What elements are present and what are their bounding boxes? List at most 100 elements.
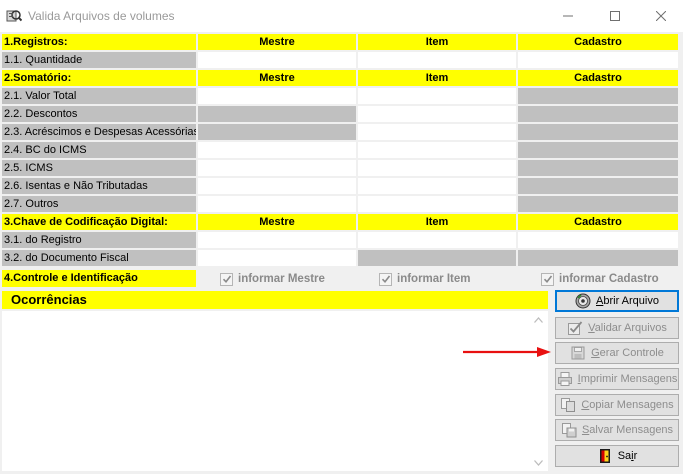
row-label-outros: 2.7. Outros [2,196,196,212]
save-icon [561,422,577,438]
app-icon[interactable] [6,8,23,24]
value-do-registro-item [358,232,516,248]
client-area: 1.Registros: Mestre Item Cadastro 1.1. Q… [0,32,683,474]
value-bc-icms-item [358,142,516,158]
checkbox-cadastro-box[interactable] [541,272,554,286]
abrir-arquivo-label: Abrir Arquivo [596,295,659,307]
section-registros-title: 1.Registros: [2,34,196,50]
checkmark-icon [222,275,231,284]
value-acrescimos-cadastro [518,124,678,140]
value-valor-total-item [358,88,516,104]
checkbox-item-box[interactable] [379,272,392,286]
checkbox-informar-item[interactable]: informar Item [379,272,471,286]
floppy-icon [570,345,586,361]
col-header-cadastro: Cadastro [518,214,678,230]
copiar-mensagens-button[interactable]: Copiar Mensagens [555,394,679,416]
value-icms-cadastro [518,160,678,176]
printer-icon [557,371,573,387]
value-do-registro-cadastro [518,232,678,248]
checkbox-mestre-label: informar Mestre [238,273,325,285]
row-label-isentas: 2.6. Isentas e Não Tributadas [2,178,196,194]
maximize-button[interactable] [592,0,638,31]
row-label-bc-icms: 2.4. BC do ICMS [2,142,196,158]
col-header-mestre: Mestre [198,34,356,50]
value-isentas-item [358,178,516,194]
scroll-up-button[interactable] [530,311,547,328]
section-chave-title: 3.Chave de Codificação Digital: [2,214,196,230]
sair-label: Sair [617,450,638,462]
close-icon [656,10,666,21]
window-title: Valida Arquivos de volumes [28,9,175,23]
row-label-quantidade: 1.1. Quantidade [2,52,196,68]
exit-door-icon [597,448,613,464]
value-do-documento-mestre [198,250,356,266]
row-label-descontos: 2.2. Descontos [2,106,196,122]
value-bc-icms-mestre [198,142,356,158]
salvar-mensagens-label: Salvar Mensagens [581,424,674,436]
section-controle-title: 4.Controle e Identificação [2,270,196,287]
checkbox-informar-mestre[interactable]: informar Mestre [220,272,325,286]
value-isentas-mestre [198,178,356,194]
gerar-controle-button[interactable]: Gerar Controle [555,342,679,364]
row-label-valor-total: 2.1. Valor Total [2,88,196,104]
ocorrencias-text-area[interactable] [2,311,548,471]
title-bar: Valida Arquivos de volumes [0,0,683,32]
value-valor-total-cadastro [518,88,678,104]
value-quantidade-item [358,52,516,68]
copy-icon [560,397,576,413]
sair-button[interactable]: Sair [555,445,679,467]
value-acrescimos-item [358,124,516,140]
col-header-item: Item [358,70,516,86]
value-do-documento-cadastro [518,250,678,266]
imprimir-mensagens-label: Imprimir Mensagens [577,373,678,385]
abrir-arquivo-button[interactable]: Abrir Arquivo [555,290,679,312]
row-label-do-documento-fiscal: 3.2. do Documento Fiscal [2,250,196,266]
col-header-cadastro: Cadastro [518,70,678,86]
value-icms-mestre [198,160,356,176]
value-valor-total-mestre [198,88,356,104]
checkbox-informar-cadastro[interactable]: informar Cadastro [541,272,659,286]
col-header-mestre: Mestre [198,214,356,230]
value-bc-icms-cadastro [518,142,678,158]
value-quantidade-mestre [198,52,356,68]
validar-arquivos-label: Validar Arquivos [588,322,667,334]
red-arrow-annotation-icon [463,347,551,357]
value-do-documento-item [358,250,516,266]
minimize-icon [563,15,573,16]
scroll-down-button[interactable] [530,454,547,471]
value-outros-item [358,196,516,212]
checkbox-item-label: informar Item [397,273,471,285]
value-isentas-cadastro [518,178,678,194]
col-header-cadastro: Cadastro [518,34,678,50]
checkbox-mestre-box[interactable] [220,272,233,286]
value-quantidade-cadastro [518,52,678,68]
value-acrescimos-mestre [198,124,356,140]
value-outros-cadastro [518,196,678,212]
col-header-mestre: Mestre [198,70,356,86]
value-outros-mestre [198,196,356,212]
close-button[interactable] [638,0,683,31]
maximize-icon [610,10,620,21]
chevron-up-icon [534,316,543,323]
checkbox-icon [567,320,583,336]
value-icms-item [358,160,516,176]
imprimir-mensagens-button[interactable]: Imprimir Mensagens [555,368,679,390]
validar-arquivos-button[interactable]: Validar Arquivos [555,317,679,339]
minimize-button[interactable] [545,0,591,31]
row-label-do-registro: 3.1. do Registro [2,232,196,248]
value-descontos-cadastro [518,106,678,122]
value-descontos-item [358,106,516,122]
section-somatorio-title: 2.Somatório: [2,70,196,86]
checkmark-icon [543,275,552,284]
checkbox-cadastro-label: informar Cadastro [559,273,659,285]
col-header-item: Item [358,214,516,230]
value-do-registro-mestre [198,232,356,248]
salvar-mensagens-button[interactable]: Salvar Mensagens [555,419,679,441]
checkmark-icon [381,275,390,284]
col-header-item: Item [358,34,516,50]
copiar-mensagens-label: Copiar Mensagens [581,399,674,411]
chevron-down-icon [534,459,543,466]
value-descontos-mestre [198,106,356,122]
row-label-acrescimos: 2.3. Acréscimos e Despesas Acessórias [2,124,196,140]
ocorrencias-scrollbar[interactable] [530,311,547,471]
